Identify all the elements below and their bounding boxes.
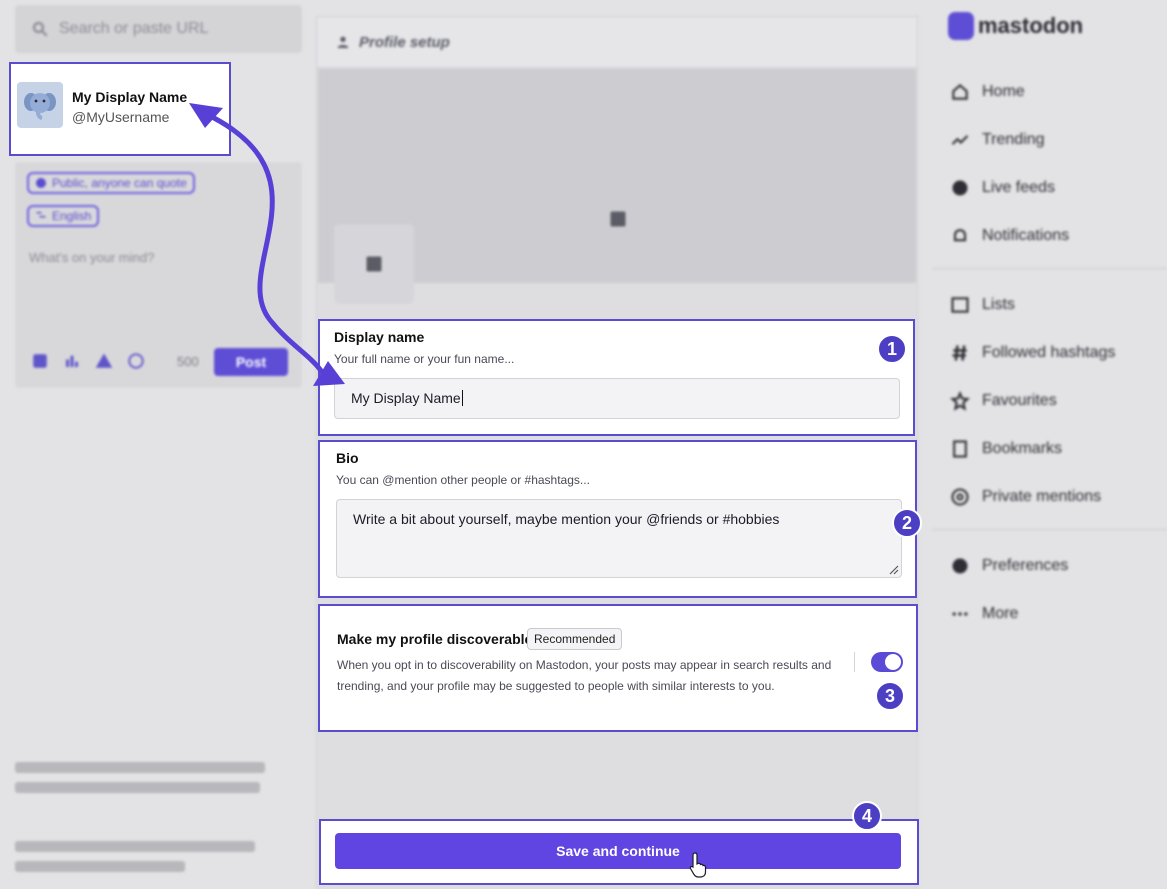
nav-item-favourites[interactable]: Favourites (950, 391, 1057, 411)
column-header: Profile setup (317, 17, 917, 68)
nav-item-trending[interactable]: Trending (950, 130, 1045, 150)
globe-icon (36, 178, 46, 188)
trending-icon (951, 135, 969, 145)
step-badge-4: 4 (852, 801, 882, 831)
bio-placeholder: Write a bit about yourself, maybe mentio… (353, 511, 780, 527)
globe-icon (952, 180, 968, 196)
search-input[interactable]: Search or paste URL (15, 5, 302, 53)
profile-display-name: My Display Name (72, 89, 188, 105)
mastodon-logo-icon (948, 12, 974, 40)
step-badge-2: 2 (892, 508, 922, 538)
bio-hint: You can @mention other people or #hashta… (336, 473, 590, 487)
mouse-pointer-icon (689, 852, 707, 878)
star-icon (950, 391, 970, 411)
search-placeholder: Search or paste URL (59, 20, 209, 37)
mastodon-logo[interactable]: mastodon (948, 12, 1083, 40)
elephant-icon (24, 93, 56, 120)
user-icon (337, 36, 349, 48)
search-icon (32, 21, 48, 37)
gear-icon (952, 558, 968, 574)
display-name-label: Display name (334, 329, 425, 345)
translate-icon (36, 212, 46, 218)
nav-item-home[interactable]: Home (950, 82, 1025, 102)
resize-handle-icon[interactable] (887, 563, 899, 575)
image-placeholder-icon (366, 256, 382, 272)
bio-textarea[interactable]: Write a bit about yourself, maybe mentio… (336, 499, 902, 578)
visibility-button[interactable]: Public, anyone can quote (27, 172, 195, 194)
nav-item-lists[interactable]: Lists (950, 295, 1015, 315)
nav-label: Private mentions (982, 488, 1102, 505)
avatar (17, 82, 63, 128)
nav-label: Preferences (982, 557, 1069, 574)
nav-divider (932, 529, 1167, 530)
at-icon (951, 488, 969, 506)
nav-label: Bookmarks (982, 440, 1063, 457)
compose-textarea[interactable]: What's on your mind? (29, 250, 154, 265)
language-button[interactable]: English (27, 205, 100, 227)
more-icon (952, 612, 968, 616)
profile-preview-card: My Display Name @MyUsername (9, 62, 231, 156)
discoverable-label: Make my profile discoverable (337, 631, 533, 647)
nav-label: Trending (982, 131, 1045, 148)
display-name-panel: Display name Your full name or your fun … (318, 319, 915, 436)
nav-label: Live feeds (982, 179, 1055, 196)
bell-icon (953, 229, 967, 242)
nav-item-notifications[interactable]: Notifications (950, 226, 1069, 246)
divider (854, 652, 855, 672)
step-badge-3: 3 (875, 681, 905, 711)
nav-item-private-mentions[interactable]: Private mentions (950, 487, 1101, 507)
discoverable-panel: Make my profile discoverable Recommended… (318, 604, 918, 732)
character-counter: 500 (177, 354, 199, 369)
image-placeholder-icon (610, 211, 626, 227)
emoji-icon[interactable] (127, 352, 145, 370)
nav-label: More (982, 605, 1019, 622)
bio-label: Bio (336, 450, 359, 466)
compose-toolbar (31, 352, 145, 370)
save-and-continue-button[interactable]: Save and continue (335, 833, 901, 869)
save-panel: Save and continue (319, 819, 919, 885)
warning-icon[interactable] (95, 352, 113, 370)
discoverable-toggle[interactable] (871, 652, 903, 672)
nav-label: Followed hashtags (982, 344, 1116, 361)
footer-links (15, 762, 275, 881)
home-icon (952, 83, 968, 100)
list-icon (951, 297, 969, 313)
bookmark-icon (953, 440, 967, 458)
nav-label: Home (982, 83, 1025, 100)
logo-text: mastodon (978, 13, 1084, 38)
hashtag-icon (952, 345, 967, 361)
display-name-hint: Your full name or your fun name... (334, 352, 515, 366)
image-upload-icon[interactable] (31, 352, 49, 370)
nav-label: Favourites (982, 392, 1057, 409)
discoverable-description: When you opt in to discoverability on Ma… (337, 658, 832, 693)
nav-item-more[interactable]: More (950, 604, 1018, 624)
nav-item-followed-hashtags[interactable]: Followed hashtags (950, 343, 1115, 363)
nav-divider (932, 268, 1167, 269)
column-title: Profile setup (359, 33, 450, 51)
profile-username: @MyUsername (72, 109, 170, 125)
visibility-label: Public, anyone can quote (52, 176, 187, 190)
recommended-badge: Recommended (527, 628, 623, 650)
navigation-panel: mastodon Home Trending Live feeds Notifi… (932, 0, 1167, 889)
text-caret (461, 390, 463, 406)
nav-item-preferences[interactable]: Preferences (950, 556, 1068, 576)
step-badge-1: 1 (877, 334, 907, 364)
poll-icon[interactable] (63, 352, 81, 370)
display-name-input[interactable]: My Display Name (334, 378, 900, 419)
nav-label: Lists (982, 296, 1015, 313)
nav-item-live-feeds[interactable]: Live feeds (950, 178, 1055, 198)
display-name-value: My Display Name (351, 390, 461, 406)
bio-panel: Bio You can @mention other people or #ha… (318, 440, 917, 598)
avatar-upload[interactable] (334, 224, 414, 304)
nav-item-bookmarks[interactable]: Bookmarks (950, 439, 1062, 459)
compose-box: Public, anyone can quote English What's … (15, 162, 302, 388)
post-button[interactable]: Post (214, 348, 288, 376)
language-label: English (52, 209, 92, 223)
toggle-knob (885, 654, 901, 670)
nav-label: Notifications (982, 227, 1070, 244)
